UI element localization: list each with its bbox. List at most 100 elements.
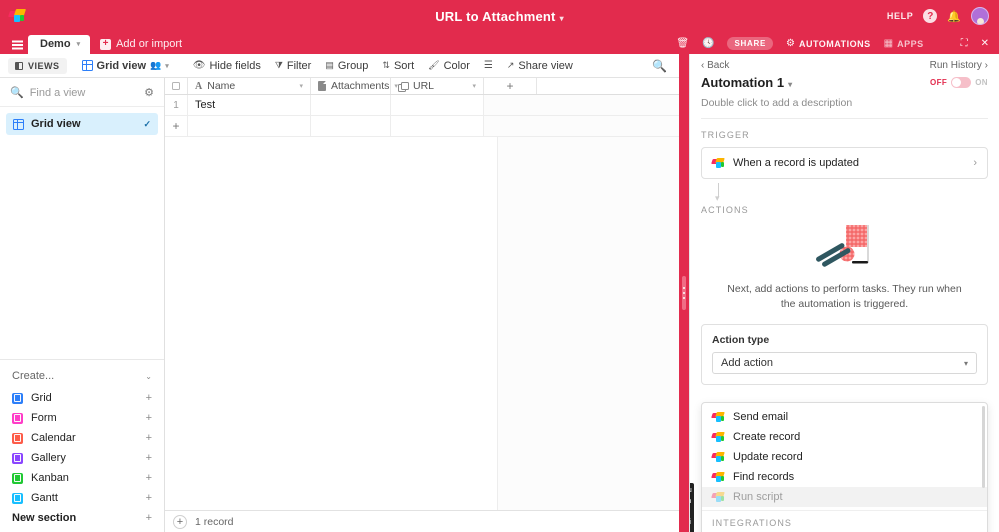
dropdown-item-send-email[interactable]: Send email — [702, 407, 987, 427]
column-header-name[interactable]: A Name ▾ — [188, 78, 311, 94]
group-button[interactable]: ▤ Group — [318, 57, 375, 75]
column-header-attachments[interactable]: Attachments ▾ — [311, 78, 398, 94]
dropdown-item-update-record[interactable]: Update record — [702, 447, 987, 467]
close-icon[interactable]: ✕ — [981, 38, 989, 49]
add-or-import-label: Add or import — [116, 38, 183, 50]
dropdown-item-run-script[interactable]: Run script — [702, 487, 987, 507]
row-height-button[interactable]: ☰ — [477, 57, 500, 74]
plus-icon[interactable]: + — [146, 412, 152, 424]
add-field-button[interactable]: + — [484, 78, 537, 94]
airtable-app-window: URL to Attachment ▾ HELP ? 🔔 Demo ▾ + Add… — [0, 0, 999, 532]
column-header-url[interactable]: URL ▾ — [391, 78, 484, 94]
create-item-gantt[interactable]: Gantt + — [0, 488, 164, 508]
views-button[interactable]: VIEWS — [8, 57, 67, 74]
toggle-switch[interactable] — [951, 77, 972, 88]
trigger-card[interactable]: When a record is updated › — [701, 147, 988, 179]
chevron-down-icon[interactable]: ▾ — [472, 82, 476, 90]
automation-header: ‹ Back Run History › Automation 1 ▾ OFF O… — [690, 54, 999, 119]
automation-toggle[interactable]: OFF ON — [930, 77, 988, 88]
plus-icon[interactable]: + — [146, 512, 152, 524]
search-icon[interactable]: 🔍 — [652, 59, 671, 73]
user-avatar[interactable] — [971, 7, 989, 25]
apps-icon: ▦ — [883, 38, 894, 49]
create-item-gallery[interactable]: Gallery + — [0, 448, 164, 468]
plus-icon[interactable]: + — [146, 492, 152, 504]
plus-icon[interactable]: + — [146, 432, 152, 444]
share-view-button[interactable]: ↗ Share view — [500, 57, 580, 75]
search-icon: 🔍 — [10, 87, 24, 99]
sidebar-item-grid-view[interactable]: Grid view ✓ — [6, 113, 158, 135]
views-label: VIEWS — [28, 60, 60, 71]
cell-name[interactable]: Test — [188, 95, 311, 115]
plus-icon[interactable]: + — [146, 392, 152, 404]
automation-body: TRIGGER When a record is updated › ▾ ACT… — [690, 119, 999, 532]
panel-resize-divider[interactable] — [679, 54, 689, 532]
add-or-import-button[interactable]: + Add or import — [90, 38, 192, 54]
create-item-form[interactable]: Form + — [0, 408, 164, 428]
share-button[interactable]: SHARE — [727, 37, 773, 50]
sidebar-item-label: Grid view — [31, 118, 81, 130]
cell-url[interactable] — [391, 95, 484, 115]
add-record-attachments-cell[interactable] — [311, 116, 391, 136]
attachment-field-icon — [318, 81, 326, 91]
hide-fields-button[interactable]: 👁 Hide fields — [186, 57, 268, 75]
create-item-calendar[interactable]: Calendar + — [0, 428, 164, 448]
plus-icon[interactable]: + — [146, 472, 152, 484]
dropdown-item-create-record[interactable]: Create record — [702, 427, 987, 447]
chevron-right-icon[interactable]: › — [973, 157, 977, 169]
bell-icon[interactable]: 🔔 — [947, 10, 961, 23]
color-label: Color — [443, 59, 470, 72]
dropdown-item-find-records[interactable]: Find records — [702, 467, 987, 487]
expand-icon[interactable]: ⛶ — [961, 38, 968, 49]
add-record-button[interactable]: + — [173, 514, 187, 529]
add-record-name-cell[interactable] — [188, 116, 311, 136]
current-view-button[interactable]: Grid view 👥 ▾ — [75, 57, 176, 75]
find-view-input[interactable]: 🔍 Find a view ⚙ — [0, 78, 164, 107]
chevron-down-icon[interactable]: ▾ — [299, 82, 303, 90]
views-icon — [15, 61, 23, 70]
cell-attachments[interactable] — [311, 95, 391, 115]
automation-title[interactable]: Automation 1 ▾ — [701, 75, 792, 90]
dropdown-item-label: Create record — [733, 431, 801, 443]
app-body: VIEWS Grid view 👥 ▾ 👁 Hide fields ⧩ Filt… — [0, 54, 999, 532]
data-grid: A Name ▾ Attachments ▾ URL ▾ + 1 Test + … — [165, 78, 679, 532]
table-tab-label: Demo — [40, 38, 71, 50]
dropdown-scrollbar[interactable] — [981, 406, 985, 488]
history-clock-icon[interactable]: 🕓 — [702, 38, 714, 49]
airtable-logo-icon[interactable] — [0, 9, 34, 23]
create-header[interactable]: Create... ⌄ — [0, 367, 164, 388]
add-record-plus-icon[interactable]: + — [165, 116, 188, 136]
table-row[interactable]: 1 Test — [165, 95, 679, 116]
apps-button[interactable]: ▦ APPS — [884, 38, 924, 49]
automation-nav-row: ‹ Back Run History › — [701, 60, 988, 71]
resize-handle[interactable] — [682, 276, 686, 310]
create-item-kanban[interactable]: Kanban + — [0, 468, 164, 488]
help-label[interactable]: HELP — [887, 11, 913, 21]
share-view-label: Share view — [518, 59, 573, 72]
tab-bar-actions: 🗑 🕓 SHARE ⚙ AUTOMATIONS ▦ APPS ⛶ ✕ — [676, 37, 999, 54]
column-header-label: Name — [207, 80, 236, 92]
sort-button[interactable]: ⇅ Sort — [375, 57, 421, 75]
hamburger-menu-icon[interactable] — [6, 36, 28, 54]
select-all-checkbox[interactable] — [165, 78, 188, 94]
create-item-new-section[interactable]: New section + — [0, 508, 164, 528]
question-mark-icon[interactable]: ? — [923, 9, 938, 23]
row-height-icon: ☰ — [483, 60, 493, 71]
table-tab-demo[interactable]: Demo ▾ — [28, 35, 91, 54]
run-history-button[interactable]: Run History › — [930, 60, 988, 71]
filter-button[interactable]: ⧩ Filter — [268, 57, 318, 75]
gear-icon[interactable]: ⚙ — [144, 86, 154, 99]
add-record-row[interactable]: + — [165, 116, 679, 137]
action-type-select[interactable]: Add action ▾ — [712, 352, 977, 375]
automations-button[interactable]: ⚙ AUTOMATIONS — [786, 38, 871, 49]
plus-icon[interactable]: + — [146, 452, 152, 464]
back-button[interactable]: ‹ Back — [701, 60, 729, 71]
trash-icon[interactable]: 🗑 — [676, 38, 689, 49]
color-button[interactable]: 🖌 Color — [421, 57, 477, 75]
grid-icon — [13, 118, 24, 130]
base-title[interactable]: URL to Attachment ▾ — [0, 9, 999, 24]
automation-description[interactable]: Double click to add a description — [701, 97, 988, 119]
create-item-grid[interactable]: Grid + — [0, 388, 164, 408]
add-record-url-cell[interactable] — [391, 116, 484, 136]
automations-label: AUTOMATIONS — [798, 38, 871, 49]
